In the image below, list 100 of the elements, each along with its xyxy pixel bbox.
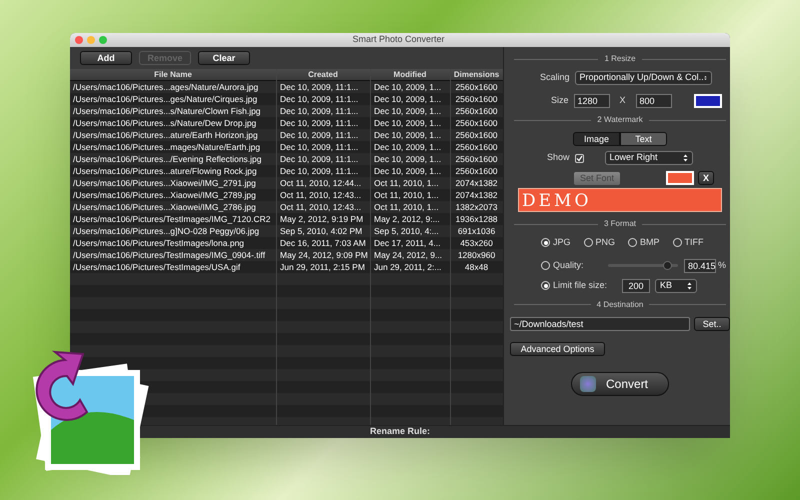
column-header[interactable]: File Name [70,69,276,80]
table-cell-text: Dec 10, 2009, 11:1... [279,117,360,129]
table-cell-text: May 2, 2012, 9:19 PM [279,213,364,225]
table-cell-text: Oct 11, 2010, 12:43... [279,189,362,201]
show-label: Show [547,151,570,164]
window-title: Smart Photo Converter [352,33,445,46]
table-cell-text: /Users/mac106/Pictures/TestImages/IMG_0904-.tiff [72,249,266,261]
table-cell-text: 2560x1600 [454,117,499,129]
table-cell-text: /Users/mac106/Pictures...Xiaowei/IMG_2786.jpg [72,201,257,213]
table-cell-text: 453x260 [459,237,494,249]
size-label: Size [551,94,569,108]
watermark-tab[interactable]: Text [620,132,667,146]
table-cell-text: /Users/mac106/Pictures/TestImages/IMG_7120.CR2 [72,213,272,225]
table-cell-text: 691x1036 [456,225,496,237]
table-cell-text: 2560x1600 [454,141,499,153]
table-cell-text: May 2, 2012, 9:... [373,213,441,225]
toolbar-button[interactable]: Add [80,51,132,65]
format-option-label: TIFF [684,236,704,249]
color-swatch[interactable] [694,94,722,108]
clear-color-button[interactable]: X [698,171,714,185]
table-cell-text: 2074x1382 [454,177,499,189]
table-cell-text: /Users/mac106/Pictures.../Evening Reflections.jpg [72,153,263,165]
unit-dropdown[interactable]: KB [655,278,697,292]
radio-button[interactable] [541,261,550,270]
table-cell-text: 1382x2073 [454,201,499,213]
quality-label: Quality: [553,258,585,272]
section-heading: 2 Watermark [597,114,643,126]
table-cell-text: /Users/mac106/Pictures...g]NO-028 Peggy/06.jpg [72,225,260,237]
rename-rule-label: Rename Rule: [370,425,430,438]
radio-button[interactable] [672,238,682,248]
convert-button[interactable]: Convert [571,372,669,396]
format-option-label: PNG [596,236,616,249]
table-cell-text: /Users/mac106/Pictures...Xiaowei/IMG_2791.jpg [72,177,257,189]
format-option-label: BMP [640,236,660,249]
height-field[interactable]: 800 [636,94,672,108]
scaling-dropdown[interactable]: Proportionally Up/Down & Col.. [574,71,712,85]
table-cell-text: Dec 10, 2009, 1... [373,105,442,117]
convert-icon [580,376,596,392]
slider-thumb[interactable] [663,261,672,270]
color-swatch[interactable] [666,171,694,185]
table-cell-text: May 24, 2012, 9... [373,249,444,261]
table-cell-text: Dec 10, 2009, 1... [373,93,442,105]
column-header[interactable]: Created [276,69,370,80]
table-cell-text: Dec 10, 2009, 1... [373,81,442,93]
radio-button[interactable] [628,238,638,248]
table-cell-text: Sep 5, 2010, 4:... [373,225,440,237]
table-cell-text: Oct 11, 2010, 12:44... [279,177,362,189]
column-header[interactable]: Modified [370,69,450,80]
table-cell-text: /Users/mac106/Pictures...s/Nature/Dew Drop.jpg [72,117,258,129]
file-size-field[interactable]: 200 [622,278,650,292]
table-cell-text: Oct 11, 2010, 12:43... [279,201,362,213]
table-cell-text: 2560x1600 [454,93,499,105]
table-cell-text: Dec 10, 2009, 11:1... [279,141,360,153]
quality-field[interactable]: 80.415 [684,258,716,272]
table-cell-text: /Users/mac106/Pictures...ature/Earth Horizon.jpg [72,129,259,141]
section-heading: 1 Resize [604,53,636,65]
table-cell-text: Jun 29, 2011, 2:15 PM [279,261,366,273]
position-dropdown[interactable]: Lower Right [604,151,693,165]
set-destination-button[interactable]: Set.. [694,316,730,330]
table-cell-text: Dec 10, 2009, 11:1... [279,93,360,105]
limit-file-size-label: Limit file size: [553,278,608,292]
radio-button[interactable] [541,238,550,248]
table-cell-text: /Users/mac106/Pictures...Xiaowei/IMG_2789.jpg [72,189,257,201]
stepper-arrows-icon [682,154,688,162]
stepper-arrows-icon [687,282,692,290]
destination-field[interactable]: ~/Downloads/test [510,316,690,330]
radio-button[interactable] [541,281,550,290]
table-cell-text: Dec 10, 2009, 1... [373,117,442,129]
radio-button[interactable] [584,238,593,248]
width-field[interactable]: 1280 [574,94,610,108]
table-cell-text: Jun 29, 2011, 2:... [373,261,442,273]
scaling-label: Scaling [540,71,570,84]
table-cell-text: Dec 10, 2009, 1... [373,153,442,165]
table-cell-text: 2560x1600 [454,153,499,165]
table-cell-text: Dec 16, 2011, 7:03 AM [279,237,367,249]
toolbar-button[interactable]: Clear [198,51,250,65]
preview-text: DEMO [522,191,592,211]
table-cell-text: 2560x1600 [454,105,499,117]
column-header[interactable]: Dimensions [450,69,503,80]
table-cell-text: Oct 11, 2010, 1... [373,177,440,189]
table-cell-text: Dec 17, 2011, 4... [373,237,442,249]
table-cell-text: /Users/mac106/Pictures...ages/Nature/Aurora.jpg [72,81,260,93]
table-cell-text: 2560x1600 [454,81,499,93]
section-heading: 4 Destination [596,298,644,310]
table-cell-text: Dec 10, 2009, 11:1... [279,165,360,177]
table-cell-text: /Users/mac106/Pictures...mages/Nature/Earth.jpg [72,141,262,153]
table-cell-text: 2560x1600 [454,129,499,141]
table-cell-text: Dec 10, 2009, 1... [373,141,442,153]
format-option-label: JPG [553,236,571,249]
percent-label: % [718,258,726,272]
table-cell-text: /Users/mac106/Pictures...s/Nature/Clown Fish.jpg [72,105,262,117]
table-cell-text: May 24, 2012, 9:09 PM [279,249,369,261]
table-cell-text: Oct 11, 2010, 1... [373,201,440,213]
watermark-tab[interactable]: Image [573,132,620,146]
stepper-arrows-icon [704,74,707,82]
table-cell-text: /Users/mac106/Pictures/TestImages/lona.png [72,237,246,249]
table-cell-text: Dec 10, 2009, 1... [373,129,442,141]
advanced-options-button[interactable]: Advanced Options [510,342,605,356]
table-cell-text: Oct 11, 2010, 1... [373,189,440,201]
show-checkbox[interactable] [574,154,584,162]
